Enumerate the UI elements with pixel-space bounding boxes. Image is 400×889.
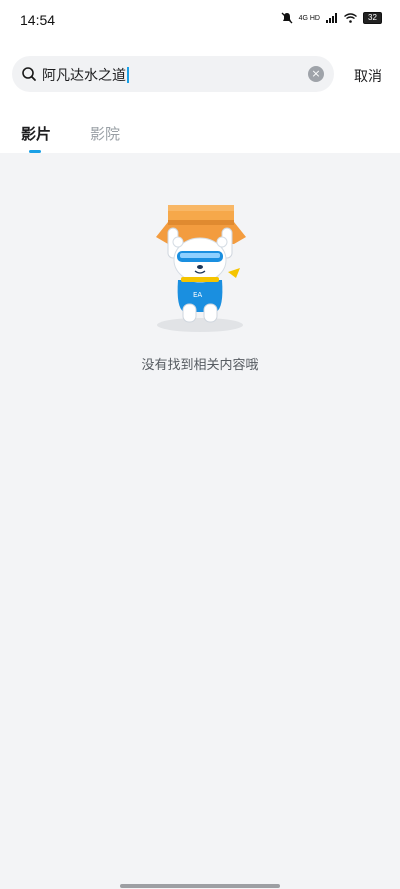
home-indicator[interactable] [120,884,280,888]
empty-state-mascot-illustration: EA [156,205,246,332]
search-header: 阿凡达水之道 × 取消 影片 影院 [0,40,400,153]
signal-icon [326,13,337,23]
mute-icon [281,12,293,24]
search-input[interactable]: 阿凡达水之道 × [12,56,334,92]
status-indicators: 4G HD 32 [281,12,382,24]
wifi-icon [344,13,357,23]
clear-icon[interactable]: × [308,66,324,82]
status-bar: 14:54 4G HD 32 [0,0,400,40]
search-query-wrapper: 阿凡达水之道 [42,65,129,85]
network-type: 4G HD [298,14,320,22]
search-icon [22,67,36,81]
status-time: 14:54 [20,12,56,28]
tab-cinemas[interactable]: 影院 [90,123,120,144]
cancel-button[interactable]: 取消 [354,66,382,86]
tab-movies[interactable]: 影片 [21,123,51,144]
svg-text:EA: EA [193,291,202,299]
empty-state-message: 没有找到相关内容哦 [141,358,259,373]
search-query: 阿凡达水之道 [42,68,126,84]
text-cursor [127,67,129,83]
battery-icon: 32 [363,12,382,24]
active-tab-indicator [29,150,41,153]
